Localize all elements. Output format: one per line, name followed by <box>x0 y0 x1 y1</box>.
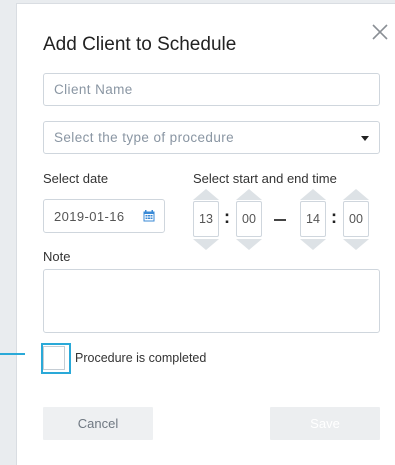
time-range-dash <box>274 219 286 221</box>
dialog-title: Add Client to Schedule <box>43 34 237 55</box>
calendar-icon[interactable] <box>143 210 155 222</box>
highlight-pointer-line <box>0 353 25 355</box>
start-hour-value[interactable]: 13 <box>193 201 219 237</box>
client-name-field[interactable] <box>43 73 380 106</box>
time-label: Select start and end time <box>193 171 337 186</box>
add-client-dialog: Add Client to Schedule Select the type o… <box>17 4 395 465</box>
start-hour-up-button[interactable] <box>193 189 219 200</box>
procedure-select-placeholder: Select the type of procedure <box>54 130 235 145</box>
start-minute-value[interactable]: 00 <box>236 201 262 237</box>
time-colon: : <box>224 207 230 227</box>
start-hour-down-button[interactable] <box>193 239 219 250</box>
client-name-input[interactable] <box>44 74 379 105</box>
end-minute-value[interactable]: 00 <box>343 201 369 237</box>
close-icon[interactable] <box>368 20 392 44</box>
note-label: Note <box>43 249 71 264</box>
save-button[interactable]: Save <box>270 407 380 440</box>
end-hour-up-button[interactable] <box>300 189 326 200</box>
end-hour-down-button[interactable] <box>300 239 326 250</box>
end-minute-up-button[interactable] <box>343 189 369 200</box>
end-minute-down-button[interactable] <box>343 239 369 250</box>
cancel-button[interactable]: Cancel <box>43 407 153 440</box>
time-colon: : <box>331 207 337 227</box>
date-label: Select date <box>43 171 109 186</box>
procedure-completed-label: Procedure is completed <box>75 351 207 365</box>
note-textarea[interactable] <box>43 269 380 333</box>
end-hour-value[interactable]: 14 <box>300 201 326 237</box>
start-minute-up-button[interactable] <box>236 189 262 200</box>
start-minute-down-button[interactable] <box>236 239 262 250</box>
date-value: 2019-01-16 <box>54 209 125 224</box>
date-picker[interactable]: 2019-01-16 <box>43 199 165 233</box>
chevron-down-icon <box>361 136 369 141</box>
procedure-select[interactable]: Select the type of procedure <box>43 121 380 154</box>
checkbox-highlight-marker <box>41 343 71 374</box>
